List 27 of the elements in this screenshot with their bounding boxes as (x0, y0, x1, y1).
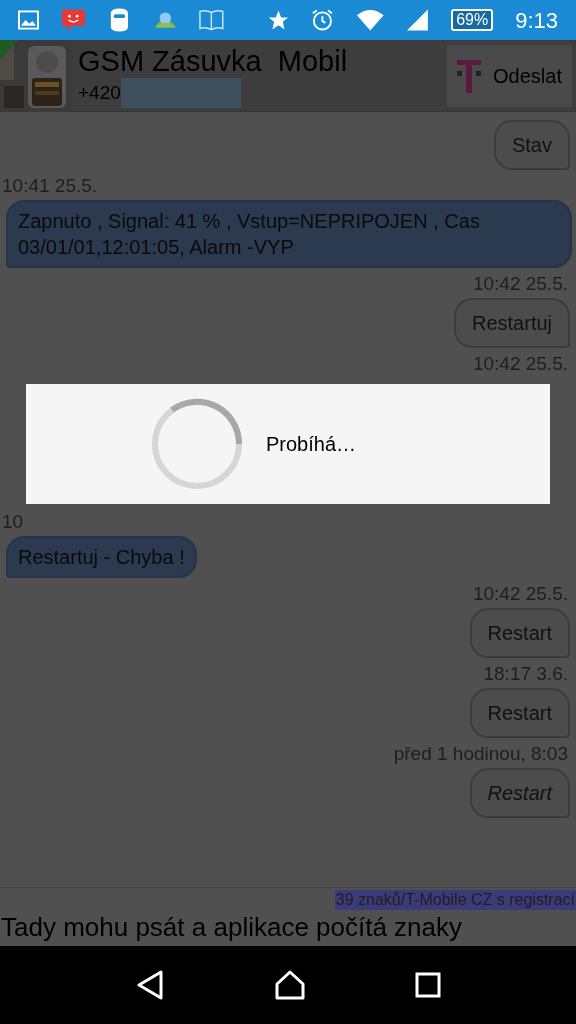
alarm-icon (310, 8, 334, 32)
sent-message-bubble: Restartuj (453, 298, 570, 348)
message-input[interactable]: Tady mohu psát a aplikace počítá znaky (0, 910, 576, 946)
home-icon[interactable] (274, 969, 306, 1001)
sent-message-bubble: Restart (469, 768, 570, 818)
contact-name: GSM Zásuvka Mobil (78, 43, 349, 78)
book-icon (199, 9, 224, 31)
sent-message-bubble: Stav (493, 120, 570, 170)
character-counter: 39 znaků/T-Mobile CZ s registrací (334, 890, 576, 910)
wifi-icon (355, 8, 385, 32)
received-message-bubble: Restartuj - Chyba ! (6, 536, 197, 578)
battery-indicator: 69% (451, 9, 494, 31)
sent-message-bubble: Restart (469, 608, 570, 658)
landscape-icon (152, 10, 178, 30)
image-icon (18, 10, 39, 30)
progress-text: Probíhá… (265, 432, 357, 457)
spinner-icon (149, 397, 244, 491)
contact-phone: +420 (78, 80, 121, 105)
received-message-bubble: Zapnuto , Signal: 41 % , Vstup=NEPRIPOJEN , Cas 03/01/01,12:01:05, Alarm -VYP (6, 200, 572, 268)
logo-icon (457, 58, 482, 93)
clock-time: 9:13 (515, 6, 558, 35)
star-icon (268, 9, 289, 31)
signal-icon (406, 8, 430, 32)
sent-message-bubble: Restart (469, 688, 570, 738)
recents-icon[interactable] (415, 972, 442, 998)
send-button[interactable]: Odeslat (447, 44, 572, 107)
message-icon (60, 7, 86, 33)
